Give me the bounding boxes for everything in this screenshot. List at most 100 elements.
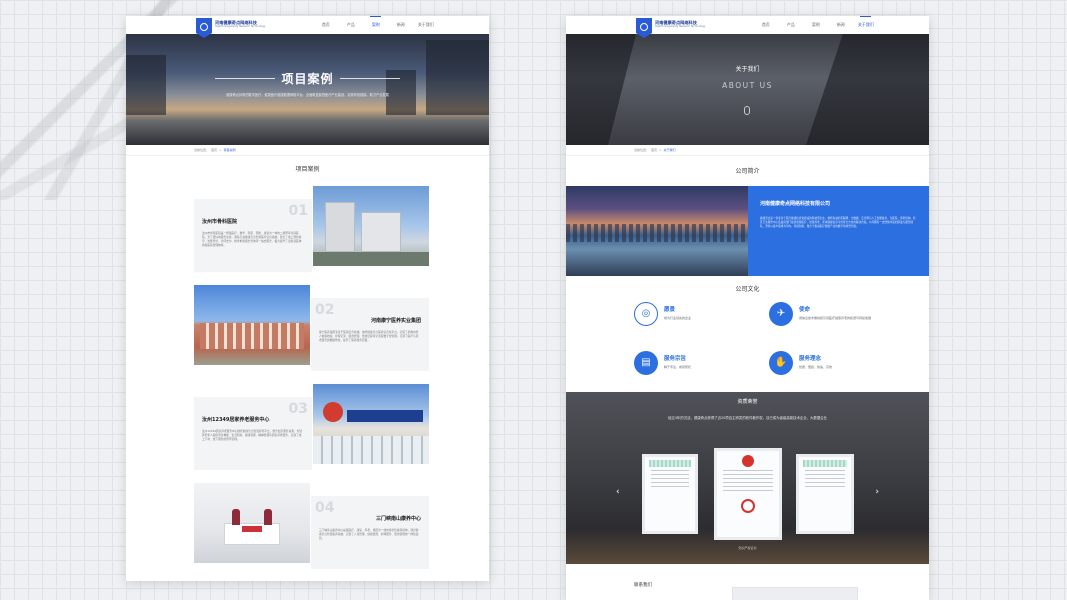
case-photo-service-center <box>313 384 429 464</box>
nav-home[interactable]: 首页 <box>753 16 778 34</box>
culture-desc: 成为行业领先的企业 <box>664 316 692 320</box>
case-card[interactable]: 04 三门峡南山康养中心 三门峡南山康养中心是集医疗、康复、养老、旅居为一体的综… <box>194 483 429 573</box>
logo-badge-icon <box>196 18 212 38</box>
honors-description: 经过4年的沉淀，健康奇点获得了近20项自主研发的软件著作权，目已成为省级高新技术… <box>667 416 828 420</box>
case-number: 03 <box>288 401 308 417</box>
company-description: 健康奇点是一家专注于医疗健康信息化建设的科技型企业，依托先进的互联网、大数据、云… <box>760 217 916 228</box>
case-text-panel: 01 汝州市骨科医院 汝州市骨科医院是一所集医疗、教学、科研、预防、康复为一体的… <box>194 199 312 272</box>
culture-vision: ◎ 愿景 成为行业领先的企业 <box>634 302 754 326</box>
breadcrumb-label: 当前位置： <box>194 148 210 152</box>
culture-section-title: 公司文化 <box>735 286 760 293</box>
certificate-image <box>796 454 854 534</box>
cases-section-title: 项目案例 <box>295 166 320 173</box>
breadcrumb-separator: > <box>659 148 662 152</box>
company-name: 河南健康奇点网络科技有限公司 <box>760 201 831 207</box>
banner-line-right <box>339 78 400 79</box>
about-subtitle: ABOUT US <box>722 81 773 90</box>
culture-title: 使命 <box>799 307 811 313</box>
logo-badge-icon <box>636 18 652 38</box>
about-banner: 关于我们 ABOUT US <box>566 34 929 145</box>
case-description: 康宁医养集团专注于医养结合领域，依托健康奇点医养信息化平台，实现了机构内老人健康… <box>319 330 419 342</box>
nav-products[interactable]: 产品 <box>338 16 363 34</box>
case-photo-reception <box>194 483 310 563</box>
breadcrumb-current: 项目案例 <box>223 148 236 152</box>
culture-service-purpose: ▤ 服务宗旨 精于专注、成就所托 <box>634 351 754 375</box>
carousel-next-icon[interactable]: › <box>875 487 879 497</box>
nav-cases[interactable]: 案例 <box>363 16 388 34</box>
honors-title: 资质荣誉 <box>737 399 758 405</box>
nav-home[interactable]: 首页 <box>313 16 338 34</box>
breadcrumb: 当前位置： 首页 > 项目案例 <box>126 145 489 156</box>
case-description: 汝州市骨科医院是一所集医疗、教学、科研、预防、康复为一体的二级甲等专科医院，为了… <box>202 231 302 247</box>
case-description: 汝州12349居家养老服务中心依托健康奇点智慧养老平台，整合社区服务资源，为辖区… <box>202 429 302 441</box>
company-intro: 河南健康奇点网络科技有限公司 健康奇点是一家专注于医疗健康信息化建设的科技型企业… <box>566 186 929 276</box>
nav-products[interactable]: 产品 <box>778 16 803 34</box>
location-map[interactable] <box>732 587 858 600</box>
banner-line-left <box>215 78 276 79</box>
culture-title: 服务宗旨 <box>664 356 687 362</box>
contact-section-title: 联系我们 <box>634 583 652 588</box>
breadcrumb-separator: > <box>219 148 222 152</box>
certificate-caption: 知识产权证书 <box>738 546 757 550</box>
case-card[interactable]: 02 河南康宁医养实业集团 康宁医养集团专注于医养结合领域，依托健康奇点医养信息… <box>194 285 429 375</box>
case-name: 汝州市骨科医院 <box>202 219 238 225</box>
breadcrumb-current: 关于我们 <box>663 148 676 152</box>
case-card[interactable]: 03 汝州12349居家养老服务中心 汝州12349居家养老服务中心依托健康奇点… <box>194 384 429 474</box>
case-number: 02 <box>315 302 335 318</box>
banner-title: 项目案例 <box>281 72 334 86</box>
case-photo-hospital <box>313 186 429 266</box>
top-navbar: 河南健康奇点网络科技 Health Singularity Network Te… <box>566 16 929 38</box>
case-name: 三门峡南山康养中心 <box>375 516 421 522</box>
company-logo[interactable]: 河南健康奇点网络科技 Health Singularity Network Te… <box>196 16 265 38</box>
case-page-screenshot: 河南健康奇点网络科技 Health Singularity Network Te… <box>126 16 489 581</box>
nav-about[interactable]: 关于我们 <box>413 16 438 34</box>
case-description: 三门峡南山康养中心是集医疗、康复、养老、旅居为一体的综合性康养机构，通过健康奇点… <box>319 528 419 540</box>
culture-title: 服务理念 <box>799 356 822 362</box>
nav-news[interactable]: 新闻 <box>828 16 853 34</box>
case-photo-building <box>194 285 310 365</box>
intro-panel: 河南健康奇点网络科技有限公司 健康奇点是一家专注于医疗健康信息化建设的科技型企业… <box>748 186 929 276</box>
target-icon: ◎ <box>634 302 658 326</box>
company-logo[interactable]: 河南健康奇点网络科技 Health Singularity Network Te… <box>636 16 705 38</box>
breadcrumb-home[interactable]: 首页 <box>651 148 657 152</box>
breadcrumb-home[interactable]: 首页 <box>211 148 217 152</box>
certificate-image <box>642 454 698 534</box>
logo-en-text: Health Singularity Network Technology <box>215 25 266 29</box>
culture-title: 愿景 <box>664 307 676 313</box>
logo-en-text: Health Singularity Network Technology <box>655 25 706 29</box>
culture-desc: 优质、便捷、快速、高效 <box>799 365 833 369</box>
case-name: 河南康宁医养实业集团 <box>370 318 421 324</box>
certificate-image <box>714 448 782 540</box>
scroll-mouse-icon[interactable] <box>744 106 750 115</box>
profile-section-title: 公司简介 <box>735 168 760 175</box>
culture-desc: 用信息技术推动和引领医疗健康养老的和谐可持续发展 <box>799 316 872 320</box>
about-page-screenshot: 河南健康奇点网络科技 Health Singularity Network Te… <box>566 16 929 600</box>
case-number: 01 <box>288 203 308 219</box>
culture-desc: 精于专注、成就所托 <box>664 365 692 369</box>
breadcrumb-label: 当前位置： <box>634 148 650 152</box>
case-text-panel: 03 汝州12349居家养老服务中心 汝州12349居家养老服务中心依托健康奇点… <box>194 397 312 470</box>
nav-news[interactable]: 新闻 <box>388 16 413 34</box>
case-card[interactable]: 01 汝州市骨科医院 汝州市骨科医院是一所集医疗、教学、科研、预防、康复为一体的… <box>194 186 429 276</box>
nav-cases[interactable]: 案例 <box>803 16 828 34</box>
handshake-icon: ✋ <box>769 351 793 375</box>
about-title: 关于我们 <box>735 66 760 73</box>
main-nav: 首页 产品 案例 新闻 关于我们 <box>313 16 438 34</box>
case-text-panel: 04 三门峡南山康养中心 三门峡南山康养中心是集医疗、康复、养老、旅居为一体的综… <box>311 496 429 569</box>
carousel-prev-icon[interactable]: ‹ <box>616 487 620 497</box>
city-skyline-photo <box>566 186 748 276</box>
culture-service-concept: ✋ 服务理念 优质、便捷、快速、高效 <box>769 351 889 375</box>
case-number: 04 <box>315 500 335 516</box>
cases-banner: 项目案例 健康奇点持有的数字医疗、健康医疗健康数据网络平台、全面覆盖智慧医疗产业… <box>126 34 489 145</box>
bird-icon: ✈ <box>769 302 793 326</box>
culture-mission: ✈ 使命 用信息技术推动和引领医疗健康养老的和谐可持续发展 <box>769 302 889 326</box>
honors-section: 资质荣誉 经过4年的沉淀，健康奇点获得了近20项自主研发的软件著作权，目已成为省… <box>566 392 929 564</box>
top-navbar: 河南健康奇点网络科技 Health Singularity Network Te… <box>126 16 489 38</box>
nav-about[interactable]: 关于我们 <box>853 16 878 34</box>
main-nav: 首页 产品 案例 新闻 关于我们 <box>753 16 878 34</box>
banner-subtitle: 健康奇点持有的数字医疗、健康医疗健康数据网络平台、全面覆盖智慧医疗产业建设，实现… <box>226 93 389 97</box>
book-icon: ▤ <box>634 351 658 375</box>
case-text-panel: 02 河南康宁医养实业集团 康宁医养集团专注于医养结合领域，依托健康奇点医养信息… <box>311 298 429 371</box>
breadcrumb: 当前位置： 首页 > 关于我们 <box>566 145 929 156</box>
case-name: 汝州12349居家养老服务中心 <box>202 417 270 423</box>
